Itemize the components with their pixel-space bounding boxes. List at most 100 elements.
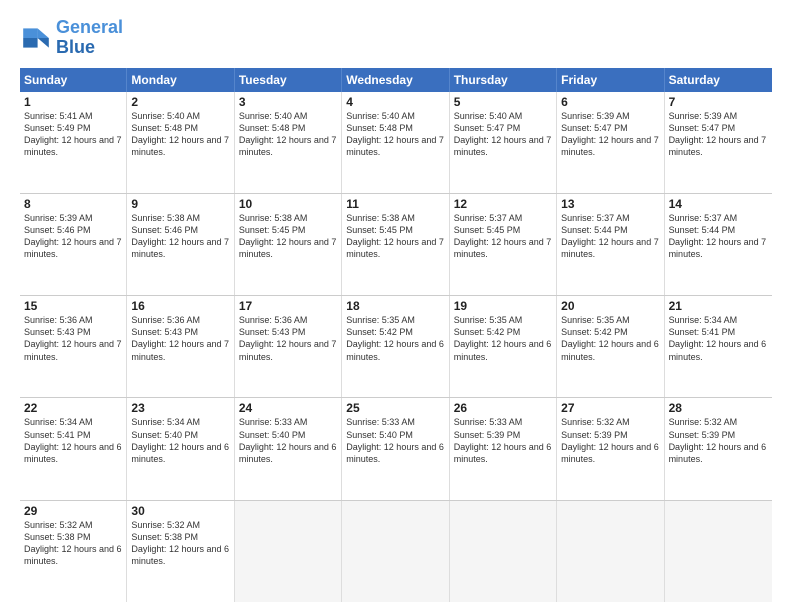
- calendar-week-1: 1 Sunrise: 5:41 AMSunset: 5:49 PMDayligh…: [20, 92, 772, 194]
- page: General Blue SundayMondayTuesdayWednesda…: [0, 0, 792, 612]
- cell-info: Sunrise: 5:34 AMSunset: 5:40 PMDaylight:…: [131, 417, 229, 463]
- cell-info: Sunrise: 5:39 AMSunset: 5:47 PMDaylight:…: [669, 111, 767, 157]
- calendar-cell: 12 Sunrise: 5:37 AMSunset: 5:45 PMDaylig…: [450, 194, 557, 295]
- day-number: 26: [454, 401, 552, 415]
- day-number: 12: [454, 197, 552, 211]
- calendar-body: 1 Sunrise: 5:41 AMSunset: 5:49 PMDayligh…: [20, 92, 772, 602]
- calendar-cell: 10 Sunrise: 5:38 AMSunset: 5:45 PMDaylig…: [235, 194, 342, 295]
- calendar-cell: 15 Sunrise: 5:36 AMSunset: 5:43 PMDaylig…: [20, 296, 127, 397]
- day-number: 23: [131, 401, 229, 415]
- calendar-week-3: 15 Sunrise: 5:36 AMSunset: 5:43 PMDaylig…: [20, 296, 772, 398]
- calendar-cell: [235, 501, 342, 602]
- cell-info: Sunrise: 5:40 AMSunset: 5:47 PMDaylight:…: [454, 111, 552, 157]
- calendar-cell: [665, 501, 772, 602]
- calendar-cell: [450, 501, 557, 602]
- day-number: 20: [561, 299, 659, 313]
- cell-info: Sunrise: 5:32 AMSunset: 5:38 PMDaylight:…: [131, 520, 229, 566]
- day-number: 9: [131, 197, 229, 211]
- day-number: 21: [669, 299, 768, 313]
- calendar-cell: 6 Sunrise: 5:39 AMSunset: 5:47 PMDayligh…: [557, 92, 664, 193]
- calendar-cell: 23 Sunrise: 5:34 AMSunset: 5:40 PMDaylig…: [127, 398, 234, 499]
- day-number: 3: [239, 95, 337, 109]
- calendar-cell: 24 Sunrise: 5:33 AMSunset: 5:40 PMDaylig…: [235, 398, 342, 499]
- header-day-friday: Friday: [557, 68, 664, 92]
- calendar-cell: 28 Sunrise: 5:32 AMSunset: 5:39 PMDaylig…: [665, 398, 772, 499]
- day-number: 13: [561, 197, 659, 211]
- cell-info: Sunrise: 5:34 AMSunset: 5:41 PMDaylight:…: [669, 315, 767, 361]
- calendar-cell: 19 Sunrise: 5:35 AMSunset: 5:42 PMDaylig…: [450, 296, 557, 397]
- header: General Blue: [20, 18, 772, 58]
- cell-info: Sunrise: 5:36 AMSunset: 5:43 PMDaylight:…: [24, 315, 122, 361]
- cell-info: Sunrise: 5:37 AMSunset: 5:45 PMDaylight:…: [454, 213, 552, 259]
- calendar-cell: 29 Sunrise: 5:32 AMSunset: 5:38 PMDaylig…: [20, 501, 127, 602]
- cell-info: Sunrise: 5:36 AMSunset: 5:43 PMDaylight:…: [131, 315, 229, 361]
- calendar-cell: [557, 501, 664, 602]
- calendar-cell: 14 Sunrise: 5:37 AMSunset: 5:44 PMDaylig…: [665, 194, 772, 295]
- calendar-cell: 16 Sunrise: 5:36 AMSunset: 5:43 PMDaylig…: [127, 296, 234, 397]
- calendar-cell: 27 Sunrise: 5:32 AMSunset: 5:39 PMDaylig…: [557, 398, 664, 499]
- calendar-cell: 1 Sunrise: 5:41 AMSunset: 5:49 PMDayligh…: [20, 92, 127, 193]
- header-day-thursday: Thursday: [450, 68, 557, 92]
- cell-info: Sunrise: 5:41 AMSunset: 5:49 PMDaylight:…: [24, 111, 122, 157]
- calendar-cell: 5 Sunrise: 5:40 AMSunset: 5:47 PMDayligh…: [450, 92, 557, 193]
- day-number: 7: [669, 95, 768, 109]
- day-number: 22: [24, 401, 122, 415]
- day-number: 6: [561, 95, 659, 109]
- cell-info: Sunrise: 5:34 AMSunset: 5:41 PMDaylight:…: [24, 417, 122, 463]
- day-number: 1: [24, 95, 122, 109]
- calendar-cell: 30 Sunrise: 5:32 AMSunset: 5:38 PMDaylig…: [127, 501, 234, 602]
- day-number: 30: [131, 504, 229, 518]
- cell-info: Sunrise: 5:38 AMSunset: 5:45 PMDaylight:…: [239, 213, 337, 259]
- cell-info: Sunrise: 5:40 AMSunset: 5:48 PMDaylight:…: [131, 111, 229, 157]
- calendar-header: SundayMondayTuesdayWednesdayThursdayFrid…: [20, 68, 772, 92]
- calendar-cell: 20 Sunrise: 5:35 AMSunset: 5:42 PMDaylig…: [557, 296, 664, 397]
- cell-info: Sunrise: 5:39 AMSunset: 5:46 PMDaylight:…: [24, 213, 122, 259]
- day-number: 15: [24, 299, 122, 313]
- header-day-saturday: Saturday: [665, 68, 772, 92]
- logo-text: General Blue: [56, 18, 123, 58]
- day-number: 11: [346, 197, 444, 211]
- day-number: 25: [346, 401, 444, 415]
- calendar-cell: 7 Sunrise: 5:39 AMSunset: 5:47 PMDayligh…: [665, 92, 772, 193]
- day-number: 24: [239, 401, 337, 415]
- calendar-cell: 13 Sunrise: 5:37 AMSunset: 5:44 PMDaylig…: [557, 194, 664, 295]
- calendar-week-2: 8 Sunrise: 5:39 AMSunset: 5:46 PMDayligh…: [20, 194, 772, 296]
- header-day-tuesday: Tuesday: [235, 68, 342, 92]
- calendar-cell: 17 Sunrise: 5:36 AMSunset: 5:43 PMDaylig…: [235, 296, 342, 397]
- cell-info: Sunrise: 5:33 AMSunset: 5:39 PMDaylight:…: [454, 417, 552, 463]
- day-number: 29: [24, 504, 122, 518]
- logo: General Blue: [20, 18, 123, 58]
- day-number: 4: [346, 95, 444, 109]
- cell-info: Sunrise: 5:38 AMSunset: 5:46 PMDaylight:…: [131, 213, 229, 259]
- day-number: 8: [24, 197, 122, 211]
- calendar-week-5: 29 Sunrise: 5:32 AMSunset: 5:38 PMDaylig…: [20, 501, 772, 602]
- cell-info: Sunrise: 5:40 AMSunset: 5:48 PMDaylight:…: [239, 111, 337, 157]
- day-number: 2: [131, 95, 229, 109]
- cell-info: Sunrise: 5:37 AMSunset: 5:44 PMDaylight:…: [561, 213, 659, 259]
- cell-info: Sunrise: 5:40 AMSunset: 5:48 PMDaylight:…: [346, 111, 444, 157]
- day-number: 28: [669, 401, 768, 415]
- cell-info: Sunrise: 5:32 AMSunset: 5:38 PMDaylight:…: [24, 520, 122, 566]
- calendar-cell: 18 Sunrise: 5:35 AMSunset: 5:42 PMDaylig…: [342, 296, 449, 397]
- header-day-wednesday: Wednesday: [342, 68, 449, 92]
- calendar-cell: 9 Sunrise: 5:38 AMSunset: 5:46 PMDayligh…: [127, 194, 234, 295]
- cell-info: Sunrise: 5:37 AMSunset: 5:44 PMDaylight:…: [669, 213, 767, 259]
- cell-info: Sunrise: 5:33 AMSunset: 5:40 PMDaylight:…: [346, 417, 444, 463]
- logo-icon: [20, 22, 52, 54]
- day-number: 18: [346, 299, 444, 313]
- cell-info: Sunrise: 5:35 AMSunset: 5:42 PMDaylight:…: [346, 315, 444, 361]
- day-number: 14: [669, 197, 768, 211]
- cell-info: Sunrise: 5:35 AMSunset: 5:42 PMDaylight:…: [454, 315, 552, 361]
- calendar: SundayMondayTuesdayWednesdayThursdayFrid…: [20, 68, 772, 602]
- calendar-cell: [342, 501, 449, 602]
- calendar-cell: 8 Sunrise: 5:39 AMSunset: 5:46 PMDayligh…: [20, 194, 127, 295]
- calendar-cell: 3 Sunrise: 5:40 AMSunset: 5:48 PMDayligh…: [235, 92, 342, 193]
- calendar-cell: 25 Sunrise: 5:33 AMSunset: 5:40 PMDaylig…: [342, 398, 449, 499]
- day-number: 19: [454, 299, 552, 313]
- cell-info: Sunrise: 5:38 AMSunset: 5:45 PMDaylight:…: [346, 213, 444, 259]
- calendar-cell: 11 Sunrise: 5:38 AMSunset: 5:45 PMDaylig…: [342, 194, 449, 295]
- calendar-cell: 22 Sunrise: 5:34 AMSunset: 5:41 PMDaylig…: [20, 398, 127, 499]
- day-number: 17: [239, 299, 337, 313]
- day-number: 10: [239, 197, 337, 211]
- header-day-monday: Monday: [127, 68, 234, 92]
